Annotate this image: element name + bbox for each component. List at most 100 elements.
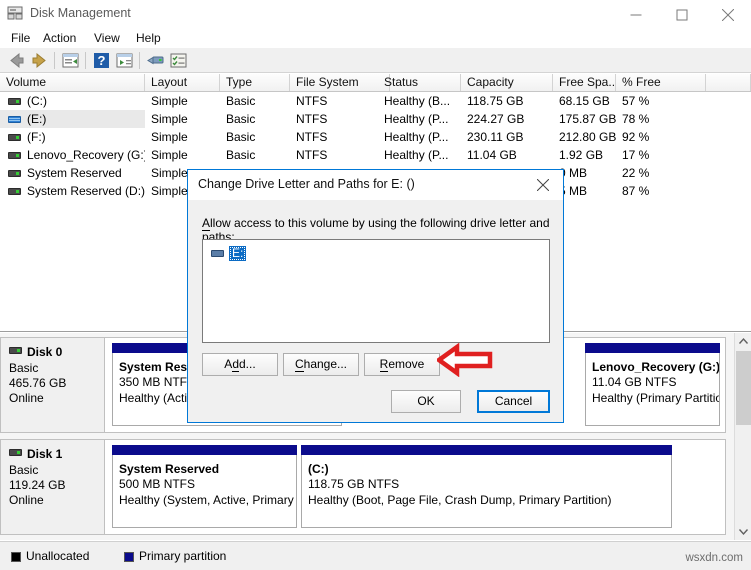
minimize-button[interactable] — [613, 0, 659, 30]
legend-swatch-primary — [124, 552, 134, 562]
partition-name: (C:) — [308, 462, 329, 476]
menu-view[interactable]: View — [88, 30, 126, 47]
toolbar: ? — [0, 48, 751, 73]
add-button[interactable]: Add... — [202, 353, 278, 376]
cancel-button[interactable]: Cancel — [477, 390, 550, 413]
column-header-layout[interactable]: Layout — [145, 74, 220, 91]
column-header-free-space[interactable]: Free Spa... — [553, 74, 616, 91]
cell-volume: System Reserved — [27, 166, 122, 180]
partition-disk0-lenovo-recovery[interactable]: Lenovo_Recovery (G:) 11.04 GB NTFS Healt… — [585, 343, 720, 426]
column-header-type[interactable]: Type — [220, 74, 290, 91]
remove-button-accesskey: R — [379, 357, 389, 372]
disk-icon — [9, 449, 22, 456]
toolbar-separator-2 — [85, 52, 86, 69]
list-item-label[interactable]: E: — [229, 246, 247, 261]
partition-size: 118.75 GB NTFS — [308, 477, 400, 491]
cell-free: 212.80 GB — [559, 130, 616, 144]
properties-icon[interactable] — [145, 51, 166, 70]
disk-0-state: Online — [9, 391, 44, 405]
table-row[interactable]: (C:) Simple Basic NTFS Healthy (B... 118.75 G… — [0, 92, 751, 110]
table-row[interactable]: Lenovo_Recovery (G:) Simple Basic NTFS Healt… — [0, 146, 751, 164]
column-header-volume[interactable]: Volume — [0, 74, 145, 91]
disk-icon — [9, 347, 22, 354]
cell-layout: Simple — [151, 148, 188, 162]
vertical-scrollbar[interactable] — [734, 333, 751, 540]
table-row[interactable]: (E:) Simple Basic NTFS Healthy (P... 224.27 G… — [0, 110, 751, 128]
ok-button[interactable]: OK — [391, 390, 461, 413]
cell-status: Healthy (P... — [384, 112, 449, 126]
disk-pane-1[interactable]: Disk 1 Basic 119.24 GB Online System Res… — [0, 439, 726, 535]
partition-status: Healthy (Boot, Page File, Crash Dump, Pr… — [308, 493, 612, 507]
column-header-capacity[interactable]: Capacity — [461, 74, 553, 91]
cell-volume: (C:) — [27, 94, 47, 108]
disk-management-icon — [7, 5, 25, 21]
drive-icon-selected — [8, 116, 21, 123]
cell-type: Basic — [226, 148, 256, 162]
disk-1-info: Disk 1 Basic 119.24 GB Online — [1, 440, 105, 534]
cell-pct: 57 % — [622, 94, 650, 108]
disk-0-size: 465.76 GB — [9, 376, 67, 390]
legend-swatch-unallocated — [11, 552, 21, 562]
toolbar-separator — [54, 52, 55, 69]
cell-pct: 22 % — [622, 166, 650, 180]
add-button-label-post: d... — [239, 357, 256, 371]
remove-button[interactable]: Remove — [364, 353, 440, 376]
maximize-button[interactable] — [659, 0, 705, 30]
remove-button-label-post: emove — [388, 357, 425, 371]
dialog-instruction-accesskey: A — [202, 216, 211, 231]
dialog-close-icon[interactable] — [523, 170, 563, 200]
partition-status: Healthy (Primary Partition — [592, 391, 719, 405]
partition-disk1-system-reserved[interactable]: System Reserved 500 MB NTFS Healthy (Sys… — [112, 445, 297, 528]
column-header-file-system[interactable]: File System — [290, 74, 390, 91]
cell-layout: Simple — [151, 94, 188, 108]
scroll-thumb[interactable] — [736, 351, 751, 425]
cell-status: Healthy (P... — [384, 130, 449, 144]
dialog-title: Change Drive Letter and Paths for E: () — [198, 177, 415, 191]
cell-free: 1.92 GB — [559, 148, 604, 162]
partition-color-bar — [585, 343, 720, 353]
window-title: Disk Management — [30, 6, 131, 20]
disk-1-size: 119.24 GB — [9, 478, 66, 492]
scroll-down-arrow[interactable] — [735, 523, 751, 540]
column-header-status[interactable]: Status — [378, 74, 461, 91]
column-header-percent-free[interactable]: % Free — [616, 74, 706, 91]
change-drive-letter-dialog: Change Drive Letter and Paths for E: () … — [187, 169, 564, 423]
menu-action[interactable]: Action — [37, 30, 82, 47]
action-list-icon[interactable] — [168, 51, 189, 70]
partition-size: 11.04 GB NTFS — [592, 375, 677, 389]
menu-file[interactable]: File — [5, 30, 36, 47]
help-icon[interactable]: ? — [91, 51, 112, 70]
scroll-up-arrow[interactable] — [735, 333, 751, 350]
disk-1-partitions: System Reserved 500 MB NTFS Healthy (Sys… — [106, 440, 725, 534]
partition-color-bar — [301, 445, 672, 455]
svg-text:?: ? — [98, 53, 106, 68]
forward-icon[interactable] — [29, 51, 50, 70]
cell-volume: Lenovo_Recovery (G:) — [27, 148, 145, 162]
drive-letter-listbox[interactable]: E: — [202, 239, 550, 343]
up-one-level-icon[interactable] — [60, 51, 81, 70]
cell-layout: Simple — [151, 130, 188, 144]
change-button[interactable]: Change... — [283, 353, 359, 376]
cell-volume: (F:) — [27, 130, 46, 144]
column-header-spacer[interactable] — [706, 74, 751, 91]
partition-size: 500 MB NTFS — [119, 477, 196, 491]
cell-pct: 92 % — [622, 130, 650, 144]
back-icon[interactable] — [6, 51, 27, 70]
partition-disk1-c-drive[interactable]: (C:) 118.75 GB NTFS Healthy (Boot, Page … — [301, 445, 672, 528]
partition-color-bar — [112, 445, 297, 455]
drive-icon — [8, 170, 21, 177]
cell-pct: 78 % — [622, 112, 650, 126]
close-button[interactable] — [705, 0, 751, 30]
menu-bar: File Action View Help — [0, 28, 751, 48]
table-row[interactable]: (F:) Simple Basic NTFS Healthy (P... 230.11 G… — [0, 128, 751, 146]
change-button-accesskey: C — [294, 357, 304, 372]
cell-type: Basic — [226, 130, 256, 144]
drive-icon — [8, 152, 21, 159]
menu-help[interactable]: Help — [130, 30, 167, 47]
disk-management-window: Disk Management File Action View Help ? — [0, 0, 751, 570]
cell-volume: System Reserved (D:) — [27, 184, 145, 198]
cell-pct: 87 % — [622, 184, 650, 198]
toolbar-separator-3 — [139, 52, 140, 69]
cell-capacity: 224.27 GB — [467, 112, 525, 126]
show-hide-console-tree-icon[interactable] — [114, 51, 135, 70]
